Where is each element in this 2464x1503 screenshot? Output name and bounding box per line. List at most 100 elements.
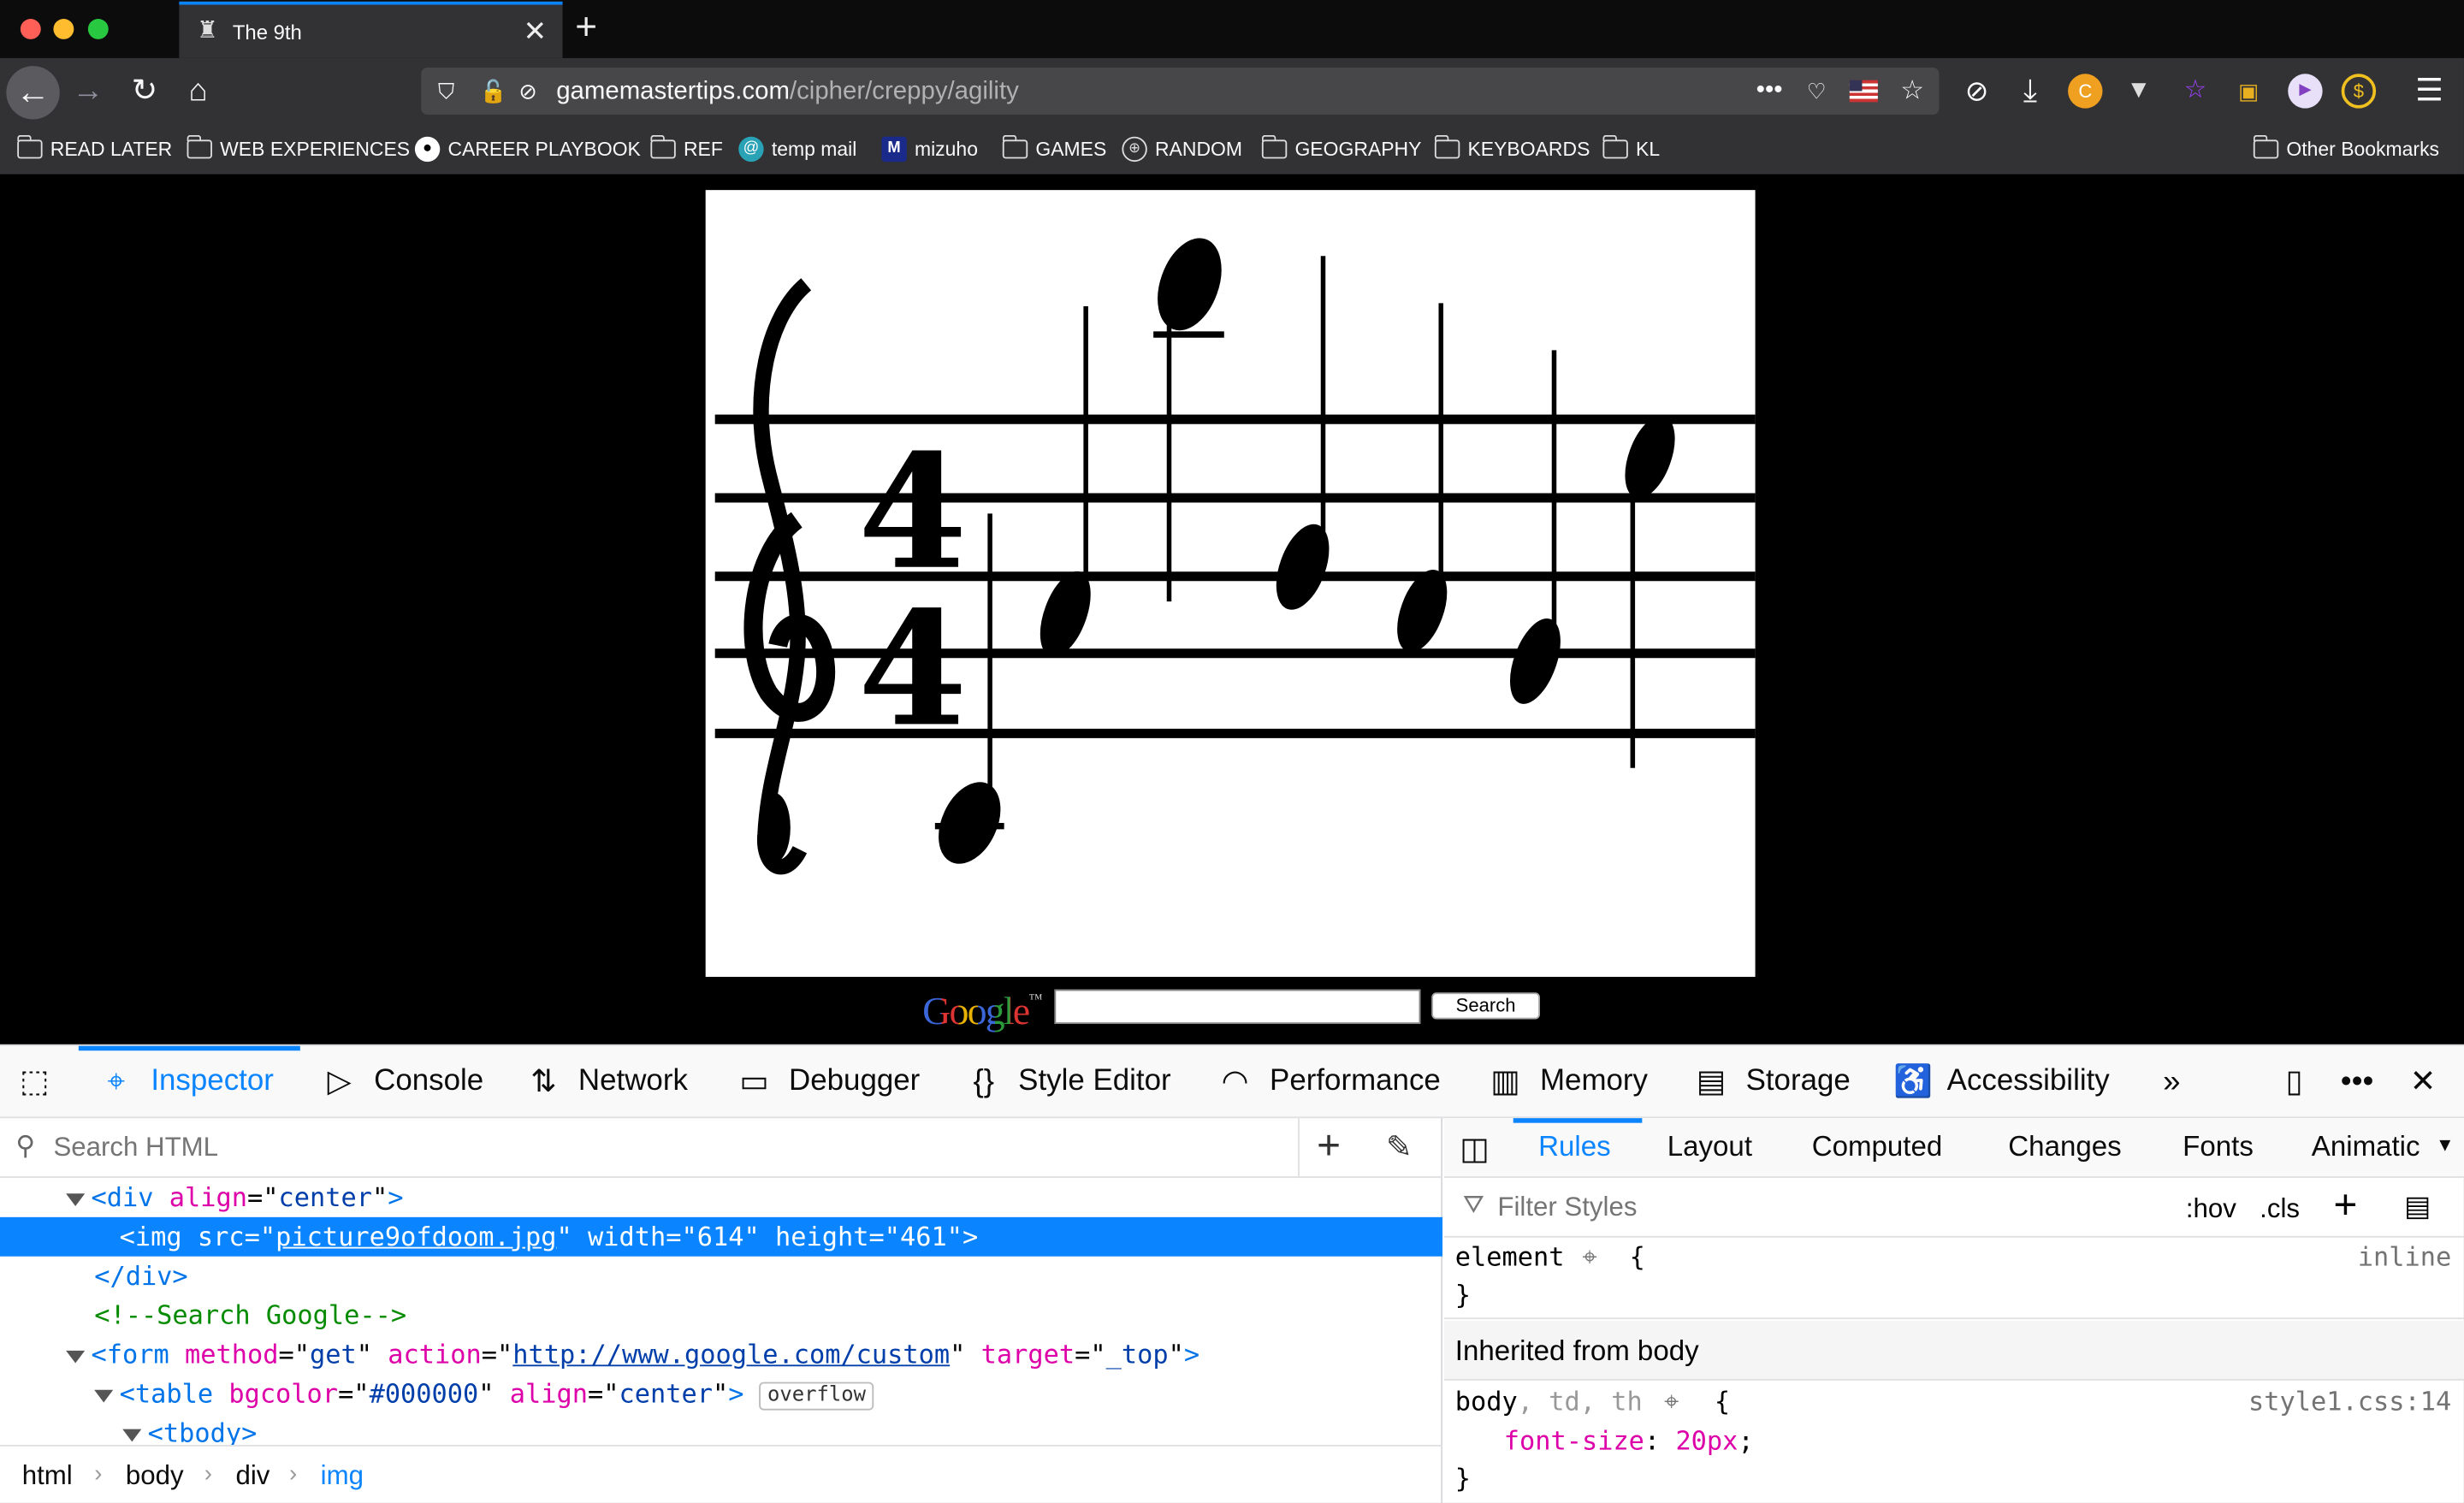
insecure-lock-icon[interactable]: 🔓 xyxy=(477,75,509,107)
site-favicon-icon: ♜ xyxy=(197,17,218,44)
tab-the-9th[interactable]: ♜ The 9th ✕ xyxy=(179,1,563,58)
markup-line-selected[interactable]: <img src="picture9ofdoom.jpg" width="614… xyxy=(0,1216,1443,1257)
play-extension-icon[interactable]: ▶ xyxy=(2288,74,2323,109)
close-devtools-button[interactable]: ✕ xyxy=(2404,1046,2457,1117)
tab-accessibility[interactable]: ♿ Accessibility xyxy=(1893,1046,2110,1117)
overflow-badge[interactable]: overflow xyxy=(759,1381,874,1410)
tab-performance[interactable]: ◠ Performance xyxy=(1217,1046,1441,1117)
bookmark-kl[interactable]: KL xyxy=(1602,134,1660,162)
bookmark-read-later[interactable]: READ LATER xyxy=(16,134,172,162)
close-tab-icon[interactable]: ✕ xyxy=(523,15,547,49)
tab-animations[interactable]: Animatic xyxy=(2312,1131,2434,1164)
coin-extension-icon[interactable]: $ xyxy=(2341,74,2377,109)
tab-fonts[interactable]: Fonts xyxy=(2183,1131,2254,1164)
zoom-window-button[interactable] xyxy=(87,19,109,39)
tab-style-editor[interactable]: {} Style Editor xyxy=(965,1046,1170,1117)
breadcrumb-div[interactable]: div xyxy=(236,1460,270,1492)
minimize-window-button[interactable] xyxy=(53,19,74,39)
node-highlight-icon[interactable]: ⌖ xyxy=(1664,1387,1679,1418)
forward-button[interactable]: → xyxy=(66,69,110,113)
autoplay-icon[interactable]: ⊘ xyxy=(512,75,544,107)
search-html-input[interactable] xyxy=(53,1127,1280,1169)
tab-console[interactable]: ▷ Console xyxy=(321,1046,484,1117)
google-search-input[interactable] xyxy=(1054,989,1421,1025)
breadcrumb-img[interactable]: img xyxy=(321,1460,364,1492)
vue-devtools-icon[interactable]: ▼ xyxy=(2122,74,2156,108)
bookmark-ref[interactable]: REF xyxy=(649,134,723,162)
url-text[interactable]: gamemastertips.com/cipher/creppy/agility xyxy=(556,79,1019,107)
chevron-down-icon[interactable]: ▼ xyxy=(2436,1134,2455,1157)
add-node-button[interactable]: + xyxy=(1317,1121,1341,1170)
hamburger-menu-icon[interactable]: ☰ xyxy=(2408,69,2451,113)
class-toggle-button[interactable]: .cls xyxy=(2260,1193,2300,1225)
node-highlight-icon[interactable]: ⌖ xyxy=(1583,1242,1597,1274)
hover-toggle-button[interactable]: :hov xyxy=(2186,1193,2236,1225)
more-tools-button[interactable]: » xyxy=(2153,1046,2206,1117)
bookmark-temp-mail[interactable]: @ temp mail xyxy=(738,136,856,163)
add-rule-button[interactable]: + xyxy=(2333,1181,2357,1230)
tab-storage[interactable]: ▤ Storage xyxy=(1692,1046,1851,1117)
url-bar[interactable]: ⛉ 🔓 ⊘ gamemastertips.com/cipher/creppy/a… xyxy=(421,67,1940,115)
console-icon: ▷ xyxy=(327,1063,352,1099)
markup-line[interactable]: <!--Search Google--> xyxy=(0,1296,1442,1335)
rule-selector: element xyxy=(1454,1242,1565,1273)
rule-source[interactable]: style1.css:14 xyxy=(2248,1387,2451,1417)
bookmark-star-icon[interactable]: ☆ xyxy=(1897,75,1928,107)
expand-triangle-icon[interactable] xyxy=(66,1349,86,1363)
filter-icon: ⛛ xyxy=(1462,1192,1484,1219)
breadcrumb-html[interactable]: html xyxy=(22,1460,73,1492)
bookmark-geography[interactable]: GEOGRAPHY xyxy=(1260,134,1421,162)
reload-button[interactable]: ↻ xyxy=(122,69,166,113)
bookmark-web-experiences[interactable]: WEB EXPERIENCES xyxy=(186,134,410,162)
pocket-icon[interactable]: ♡ xyxy=(1801,75,1833,107)
print-media-icon[interactable]: ▤ xyxy=(2404,1191,2431,1224)
markup-line[interactable]: <tbody> xyxy=(0,1413,1442,1445)
us-flag-icon[interactable] xyxy=(1849,80,1878,103)
back-button[interactable]: ← xyxy=(6,66,60,120)
divider xyxy=(1298,1118,1300,1178)
markup-line[interactable]: <div align="center"> xyxy=(0,1178,1442,1217)
declaration[interactable]: font-size: 20px; xyxy=(1504,1426,1754,1456)
element-picker-button[interactable]: ⬚ xyxy=(15,1046,68,1117)
tab-rules[interactable]: Rules xyxy=(1538,1131,1611,1164)
tab-debugger[interactable]: ▭ Debugger xyxy=(736,1046,920,1117)
tab-memory[interactable]: ▥ Memory xyxy=(1487,1046,1648,1117)
eyedropper-icon[interactable]: ✎ xyxy=(1386,1127,1413,1167)
page-actions-icon[interactable]: ••• xyxy=(1754,75,1786,107)
bookmark-keyboards[interactable]: KEYBOARDS xyxy=(1433,134,1590,162)
bookmark-career-playbook[interactable]: ● CAREER PLAYBOOK xyxy=(414,136,641,163)
tab-computed[interactable]: Computed xyxy=(1812,1131,1943,1164)
bookmark-games[interactable]: GAMES xyxy=(1001,134,1106,162)
tab-inspector[interactable]: ⌖ Inspector xyxy=(98,1046,274,1117)
sheet-music-image: 4 4 xyxy=(705,190,1756,977)
expand-triangle-icon[interactable] xyxy=(122,1428,142,1441)
filter-styles-input[interactable] xyxy=(1497,1186,2127,1228)
expand-triangle-icon[interactable] xyxy=(66,1192,86,1206)
toggle-sidebar-icon[interactable]: ◫ xyxy=(1460,1129,1490,1169)
blocker-icon[interactable]: ⊘ xyxy=(1955,69,1999,113)
markup-line[interactable]: </div> xyxy=(0,1257,1442,1296)
tracking-shield-icon[interactable]: ⛉ xyxy=(430,75,462,107)
inspector-panel: ⚲ + ✎ <div align="center"> <img src="pic… xyxy=(0,1118,1443,1503)
markup-line[interactable]: <form method="get" action="http://www.go… xyxy=(0,1335,1442,1375)
radio-extension-icon[interactable]: ▣ xyxy=(2231,74,2266,108)
markup-line[interactable]: <table bgcolor="#000000" align="center">… xyxy=(0,1374,1442,1413)
google-search-button[interactable]: Search xyxy=(1431,992,1540,1020)
bookmark-mizuho[interactable]: Mmizuho xyxy=(881,136,978,163)
new-tab-button[interactable]: + xyxy=(575,6,597,50)
tab-changes[interactable]: Changes xyxy=(2008,1131,2121,1164)
downloads-icon[interactable]: ⤓ xyxy=(2008,69,2052,113)
tab-network[interactable]: ⇅ Network xyxy=(524,1046,688,1117)
tab-layout[interactable]: Layout xyxy=(1667,1131,1752,1164)
breadcrumb-body[interactable]: body xyxy=(126,1460,184,1492)
rule-source[interactable]: inline xyxy=(2358,1242,2451,1272)
responsive-design-button[interactable]: ▯ xyxy=(2276,1046,2329,1117)
honey-extension-icon[interactable]: C xyxy=(2068,74,2103,109)
devtools-options-button[interactable]: ••• xyxy=(2338,1046,2391,1117)
star-extension-icon[interactable]: ☆ xyxy=(2178,74,2212,108)
close-window-button[interactable] xyxy=(20,19,41,39)
bookmark-random[interactable]: ⊕ RANDOM xyxy=(1122,136,1242,163)
expand-triangle-icon[interactable] xyxy=(94,1388,114,1402)
other-bookmarks[interactable]: Other Bookmarks xyxy=(2252,134,2439,162)
home-button[interactable]: ⌂ xyxy=(176,69,220,113)
